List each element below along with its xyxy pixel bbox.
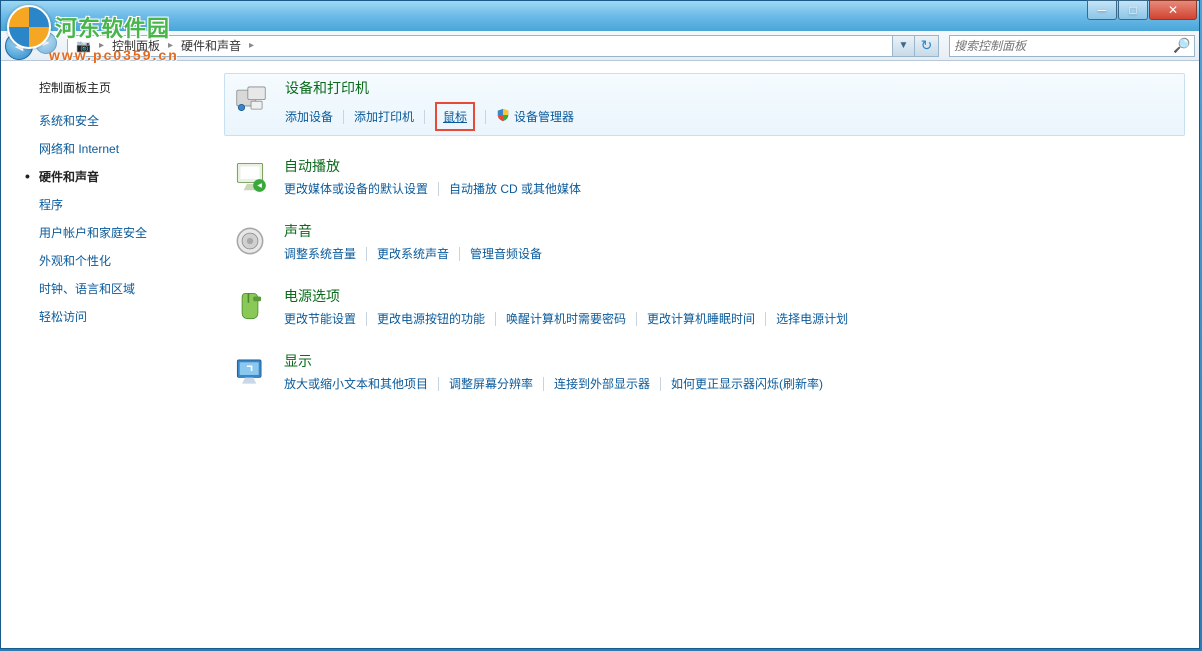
sidebar-item[interactable]: 硬件和声音 [39,168,198,185]
category-links: 更改媒体或设备的默认设置 自动播放 CD 或其他媒体 [284,180,1179,197]
category-link[interactable]: 调整系统音量 [284,245,356,262]
search-box[interactable]: 🔍 [949,35,1195,57]
separator [424,110,425,124]
sidebar-item[interactable]: 用户帐户和家庭安全 [39,224,198,241]
category-link[interactable]: 如何更正显示器闪烁(刷新率) [671,375,823,392]
minimize-button[interactable]: ─ [1087,0,1117,20]
category-link[interactable]: 调整屏幕分辨率 [449,375,533,392]
separator [636,312,637,326]
chevron-right-icon: ▸ [164,40,177,51]
body: 控制面板主页 系统和安全网络和 Internet 硬件和声音程序用户帐户和家庭安全… [1,61,1199,648]
sidebar-item[interactable]: 系统和安全 [39,112,198,129]
category-body: 声音调整系统音量 更改系统声音 管理音频设备 [284,221,1179,262]
category-title[interactable]: 声音 [284,221,1179,241]
search-icon[interactable]: 🔍 [1173,37,1190,54]
nav-forward-button[interactable]: ► [35,32,57,54]
separator [765,312,766,326]
category-link[interactable]: 更改媒体或设备的默认设置 [284,180,428,197]
link-label: 设备管理器 [514,108,574,125]
separator [366,312,367,326]
sidebar-item[interactable]: 外观和个性化 [39,252,198,269]
navbar: ◄ ► 📷 ▸ 控制面板 ▸ 硬件和声音 ▸ ▼ ↻ 🔍 [1,31,1199,61]
category-link[interactable]: 放大或缩小文本和其他项目 [284,375,428,392]
category-link[interactable]: 选择电源计划 [776,310,848,327]
category-body: 自动播放更改媒体或设备的默认设置 自动播放 CD 或其他媒体 [284,156,1179,197]
category-title[interactable]: 显示 [284,351,1179,371]
shield-icon [496,108,510,125]
category: 自动播放更改媒体或设备的默认设置 自动播放 CD 或其他媒体 [224,152,1185,201]
search-input[interactable] [954,39,1173,53]
chevron-right-icon: ▸ [95,40,108,51]
window-controls: ─ □ ✕ [1086,0,1197,20]
category-icon [230,156,270,196]
sidebar-item[interactable]: 时钟、语言和区域 [39,280,198,297]
category-link[interactable]: 自动播放 CD 或其他媒体 [449,180,581,197]
category-icon [230,351,270,391]
category-icon [230,221,270,261]
category-link[interactable]: 唤醒计算机时需要密码 [506,310,626,327]
separator [495,312,496,326]
content: 设备和打印机添加设备添加打印机鼠标设备管理器自动播放更改媒体或设备的默认设置自动… [216,61,1199,648]
category: 显示放大或缩小文本和其他项目 调整屏幕分辨率 连接到外部显示器 如何更正显示器闪烁(刷… [224,347,1185,396]
separator [485,110,486,124]
breadcrumb-icon: 📷 [72,39,95,53]
category-link[interactable]: 添加打印机 [354,108,414,125]
category-body: 显示放大或缩小文本和其他项目 调整屏幕分辨率 连接到外部显示器 如何更正显示器闪烁(刷… [284,351,1179,392]
sidebar-item[interactable]: 程序 [39,196,198,213]
category: 电源选项更改节能设置 更改电源按钮的功能 唤醒计算机时需要密码 更改计算机睡眠时间 选择… [224,282,1185,331]
category-body: 设备和打印机添加设备 添加打印机 鼠标 设备管理器 [285,78,1178,131]
category-title[interactable]: 自动播放 [284,156,1179,176]
separator [438,182,439,196]
category-body: 电源选项更改节能设置 更改电源按钮的功能 唤醒计算机时需要密码 更改计算机睡眠时间 选择… [284,286,1179,327]
separator [459,247,460,261]
category-link[interactable]: 管理音频设备 [470,245,542,262]
sidebar-title[interactable]: 控制面板主页 [39,79,198,96]
separator [438,377,439,391]
control-panel-window: 河东软件园 www.pc0359.cn ─ □ ✕ ◄ ► 📷 ▸ 控制面板 ▸… [0,0,1200,649]
titlebar: ─ □ ✕ [1,1,1199,31]
separator [343,110,344,124]
category: 声音调整系统音量 更改系统声音 管理音频设备 [224,217,1185,266]
breadcrumb-part[interactable]: 控制面板 [108,37,164,54]
separator [660,377,661,391]
sidebar: 控制面板主页 系统和安全网络和 Internet 硬件和声音程序用户帐户和家庭安全… [1,61,216,648]
category-link[interactable]: 更改电源按钮的功能 [377,310,485,327]
refresh-button[interactable]: ↻ [915,35,939,57]
category-title[interactable]: 设备和打印机 [285,78,1178,98]
history-dropdown-button[interactable]: ▼ [893,35,915,57]
nav-back-button[interactable]: ◄ [5,32,33,60]
category-icon [231,78,271,118]
sidebar-item[interactable]: 轻松访问 [39,308,198,325]
category-link[interactable]: 更改节能设置 [284,310,356,327]
category-links: 添加设备 添加打印机 鼠标 设备管理器 [285,102,1178,131]
category-link[interactable]: 更改系统声音 [377,245,449,262]
breadcrumb[interactable]: 📷 ▸ 控制面板 ▸ 硬件和声音 ▸ [67,35,893,57]
category-links: 更改节能设置 更改电源按钮的功能 唤醒计算机时需要密码 更改计算机睡眠时间 选择电源计划 [284,310,1179,327]
breadcrumb-part[interactable]: 硬件和声音 [177,37,245,54]
maximize-button[interactable]: □ [1118,0,1148,20]
category-links: 调整系统音量 更改系统声音 管理音频设备 [284,245,1179,262]
category-links: 放大或缩小文本和其他项目 调整屏幕分辨率 连接到外部显示器 如何更正显示器闪烁(刷新率… [284,375,1179,392]
sidebar-item[interactable]: 网络和 Internet [39,140,198,157]
category-link[interactable]: 鼠标 [435,102,475,131]
category-icon [230,286,270,326]
category-title[interactable]: 电源选项 [284,286,1179,306]
separator [366,247,367,261]
category-link[interactable]: 更改计算机睡眠时间 [647,310,755,327]
category-link[interactable]: 连接到外部显示器 [554,375,650,392]
category: 设备和打印机添加设备 添加打印机 鼠标 设备管理器 [224,73,1185,136]
close-button[interactable]: ✕ [1149,0,1197,20]
category-link[interactable]: 添加设备 [285,108,333,125]
chevron-right-icon: ▸ [245,40,258,51]
category-link[interactable]: 设备管理器 [496,108,574,125]
separator [543,377,544,391]
